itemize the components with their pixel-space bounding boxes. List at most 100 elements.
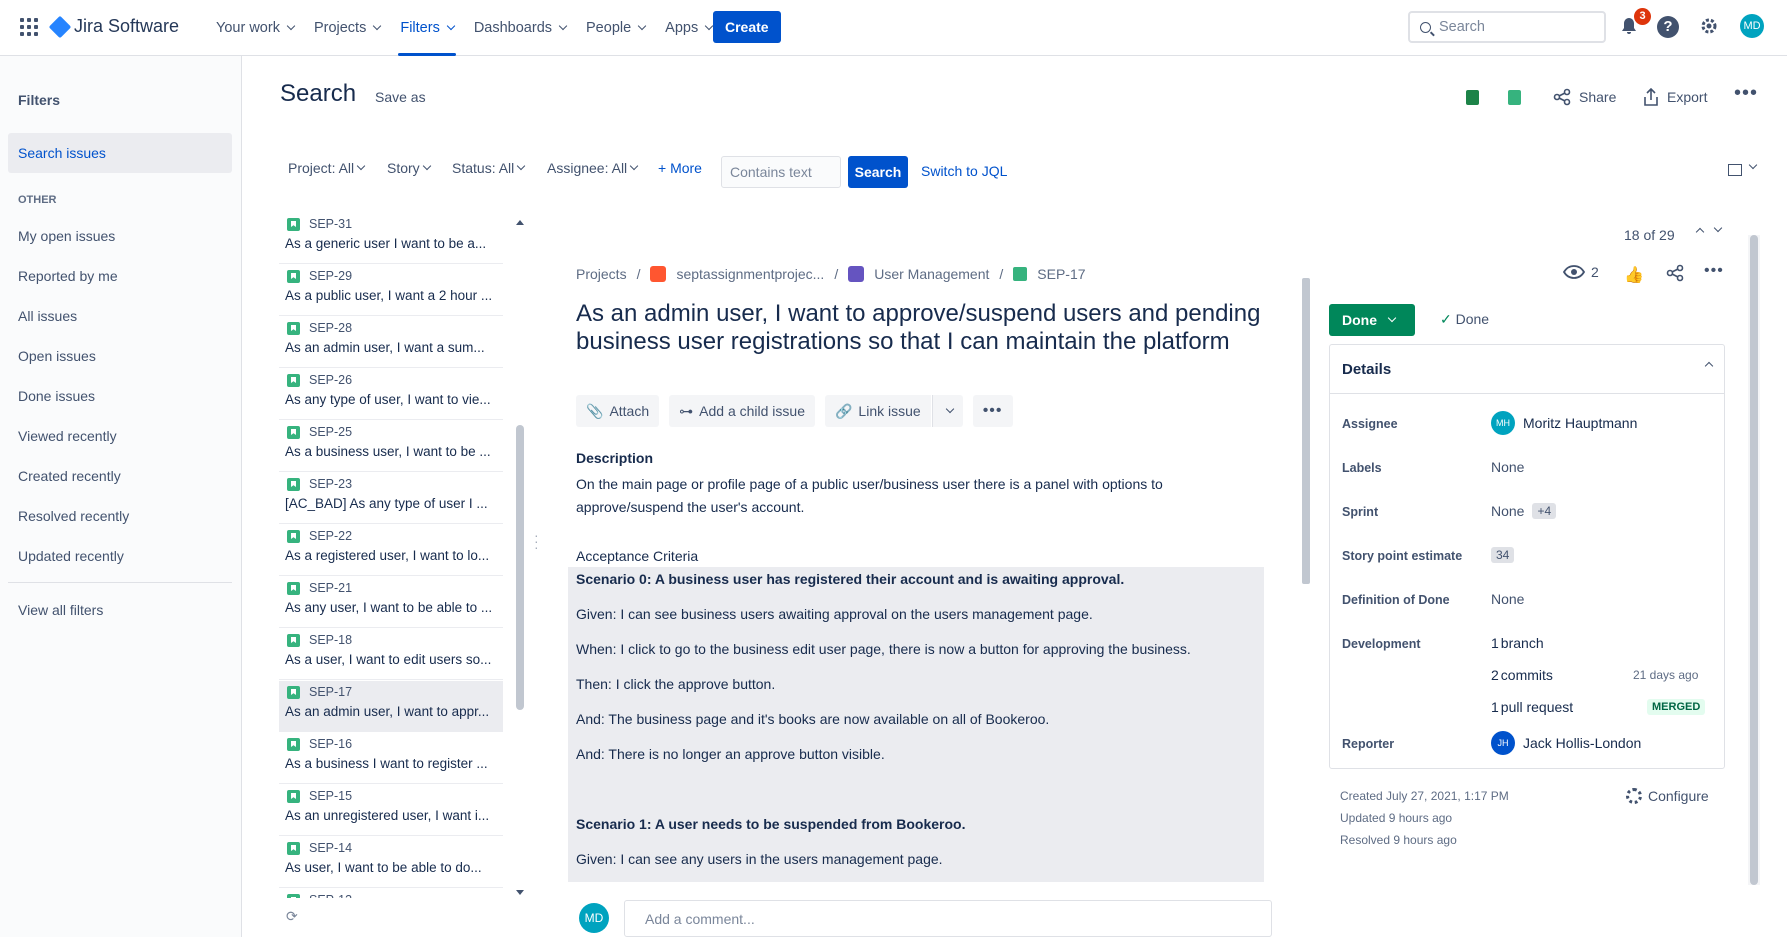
- list-item[interactable]: SEP-31 As a generic user I want to be a..…: [279, 213, 503, 264]
- list-item[interactable]: SEP-23 [AC_BAD] As any type of user I ...: [279, 473, 503, 524]
- sprint-field[interactable]: None +4: [1491, 503, 1557, 519]
- status-filter[interactable]: Status: All: [452, 160, 526, 176]
- list-item-selected[interactable]: SEP-17 As an admin user, I want to appr..…: [279, 681, 503, 732]
- story-points-field[interactable]: 34: [1491, 547, 1515, 563]
- nav-label: Your work: [216, 20, 280, 36]
- details-heading[interactable]: Details: [1342, 361, 1391, 378]
- issue-summary: As a public user, I want a 2 hour ...: [285, 288, 493, 303]
- breadcrumb-issue-key[interactable]: SEP-17: [1037, 266, 1085, 282]
- nav-people[interactable]: People: [576, 0, 655, 56]
- watchers-button[interactable]: 2: [1563, 264, 1599, 280]
- sidebar-item-view-all-filters[interactable]: View all filters: [8, 590, 232, 630]
- project-filter[interactable]: Project: All: [288, 160, 366, 176]
- jira-logo[interactable]: Jira Software: [48, 15, 179, 38]
- help-icon[interactable]: ?: [1657, 16, 1679, 38]
- export-button[interactable]: Export: [1643, 88, 1707, 106]
- issue-title[interactable]: As an admin user, I want to approve/susp…: [576, 300, 1276, 356]
- detail-scroll-thumb[interactable]: [1302, 278, 1310, 584]
- nav-dashboards[interactable]: Dashboards: [464, 0, 576, 56]
- resize-handle-icon[interactable]: · · ·: [534, 528, 539, 554]
- more-filters-button[interactable]: + More: [658, 160, 702, 176]
- list-item[interactable]: SEP-28 As an admin user, I want a sum...: [279, 317, 503, 368]
- list-item[interactable]: SEP-26 As any type of user, I want to vie…: [279, 369, 503, 420]
- chevron-up-icon[interactable]: [1704, 361, 1714, 371]
- search-button[interactable]: Search: [848, 156, 908, 188]
- labels-field[interactable]: None: [1491, 459, 1524, 475]
- link-dropdown-button[interactable]: [931, 395, 963, 427]
- sidebar-item-open-issues[interactable]: Open issues: [8, 336, 232, 376]
- more-actions-icon[interactable]: •••: [1704, 262, 1724, 280]
- acceptance-criteria-field[interactable]: Scenario 0: A business user has register…: [568, 567, 1264, 882]
- chevron-up-icon[interactable]: [1695, 227, 1705, 237]
- list-item[interactable]: SEP-16 As a business I want to register .…: [279, 733, 503, 784]
- share-icon[interactable]: [1666, 264, 1684, 285]
- global-search-input[interactable]: Search: [1408, 11, 1606, 43]
- nav-filters[interactable]: Filters: [390, 0, 463, 56]
- list-item[interactable]: SEP-29 As a public user, I want a 2 hour …: [279, 265, 503, 316]
- excel-export-icon[interactable]: [1466, 90, 1479, 105]
- refresh-icon[interactable]: ⟳: [286, 908, 298, 925]
- type-filter[interactable]: Story: [387, 160, 431, 176]
- add-comment-input[interactable]: Add a comment...: [624, 900, 1272, 937]
- sidebar-item-resolved-recently[interactable]: Resolved recently: [8, 496, 232, 536]
- list-item[interactable]: SEP-25 As a business user, I want to be .…: [279, 421, 503, 472]
- branch-link[interactable]: 1 branch: [1491, 635, 1544, 651]
- sidebar-item-done-issues[interactable]: Done issues: [8, 376, 232, 416]
- thumbs-up-icon[interactable]: 👍: [1624, 265, 1644, 285]
- switch-to-jql-link[interactable]: Switch to JQL: [921, 163, 1007, 179]
- assignee-field[interactable]: MH Moritz Hauptmann: [1491, 411, 1637, 435]
- sidebar-item-updated-recently[interactable]: Updated recently: [8, 536, 232, 576]
- breadcrumb-projects[interactable]: Projects: [576, 266, 627, 282]
- ac-line: Then: I click the approve button.: [576, 676, 776, 692]
- sidebar-item-created-recently[interactable]: Created recently: [8, 456, 232, 496]
- list-item[interactable]: SEP-18 As a user, I want to edit users so…: [279, 629, 503, 680]
- share-button[interactable]: Share: [1553, 88, 1616, 106]
- status-transition-button[interactable]: Done: [1329, 304, 1415, 336]
- issue-summary: [AC_BAD] As any type of user I ...: [285, 496, 488, 511]
- list-item[interactable]: SEP-13: [279, 889, 503, 898]
- definition-of-done-field[interactable]: None: [1491, 591, 1524, 607]
- add-child-issue-button[interactable]: ⊶ Add a child issue: [669, 395, 815, 427]
- sidebar-item-viewed-recently[interactable]: Viewed recently: [8, 416, 232, 456]
- pull-request-link[interactable]: 1 pull request MERGED: [1491, 699, 1711, 715]
- assignee-filter[interactable]: Assignee: All: [547, 160, 639, 176]
- chevron-down-icon[interactable]: [1748, 160, 1758, 170]
- list-item[interactable]: SEP-22 As a registered user, I want to lo…: [279, 525, 503, 576]
- nav-label: Apps: [665, 20, 699, 36]
- nav-your-work[interactable]: Your work: [206, 0, 304, 56]
- commits-link[interactable]: 2 commits 21 days ago: [1491, 667, 1711, 683]
- sidebar-item-all-issues[interactable]: All issues: [8, 296, 232, 336]
- more-actions-icon[interactable]: •••: [972, 395, 1013, 427]
- sidebar-item-my-open-issues[interactable]: My open issues: [8, 216, 232, 256]
- list-item[interactable]: SEP-14 As user, I want to be able to do..…: [279, 837, 503, 888]
- reporter-field[interactable]: JH Jack Hollis-London: [1491, 731, 1641, 755]
- app-switcher-icon[interactable]: [20, 18, 38, 36]
- list-item[interactable]: SEP-15 As an unregistered user, I want i.…: [279, 785, 503, 836]
- create-button[interactable]: Create: [713, 11, 781, 43]
- description-text[interactable]: On the main page or profile page of a pu…: [576, 473, 1196, 519]
- scroll-down-arrow-icon[interactable]: [516, 890, 524, 895]
- breadcrumb-project[interactable]: septassignmentprojec...: [676, 266, 824, 282]
- more-actions-icon[interactable]: •••: [1734, 82, 1758, 105]
- sidebar-item-reported-by-me[interactable]: Reported by me: [8, 256, 232, 296]
- filters-sidebar: Filters Search issues OTHER My open issu…: [0, 56, 242, 937]
- settings-gear-icon[interactable]: [1698, 16, 1720, 38]
- save-as-button[interactable]: Save as: [375, 89, 426, 105]
- view-toggle-icon[interactable]: [1728, 164, 1742, 176]
- link-issue-button[interactable]: 🔗 Link issue: [824, 395, 931, 427]
- sidebar-item-search-issues[interactable]: Search issues: [8, 133, 232, 173]
- nav-projects[interactable]: Projects: [304, 0, 390, 56]
- breadcrumb-epic[interactable]: User Management: [874, 266, 989, 282]
- story-icon: [287, 426, 300, 439]
- contains-text-input[interactable]: Contains text: [721, 156, 841, 188]
- google-sheets-icon[interactable]: [1508, 90, 1521, 105]
- user-avatar[interactable]: MD: [1740, 14, 1764, 38]
- configure-button[interactable]: Configure: [1626, 788, 1709, 804]
- list-item[interactable]: SEP-21 As any user, I want to be able to …: [279, 577, 503, 628]
- right-panel-scroll-thumb[interactable]: [1750, 235, 1758, 885]
- issue-list-scroll-thumb[interactable]: [516, 425, 524, 710]
- scroll-up-arrow-icon[interactable]: [516, 220, 524, 225]
- attach-button[interactable]: 📎 Attach: [576, 395, 660, 427]
- issue-key: SEP-23: [309, 477, 353, 491]
- chevron-down-icon[interactable]: [1713, 223, 1723, 233]
